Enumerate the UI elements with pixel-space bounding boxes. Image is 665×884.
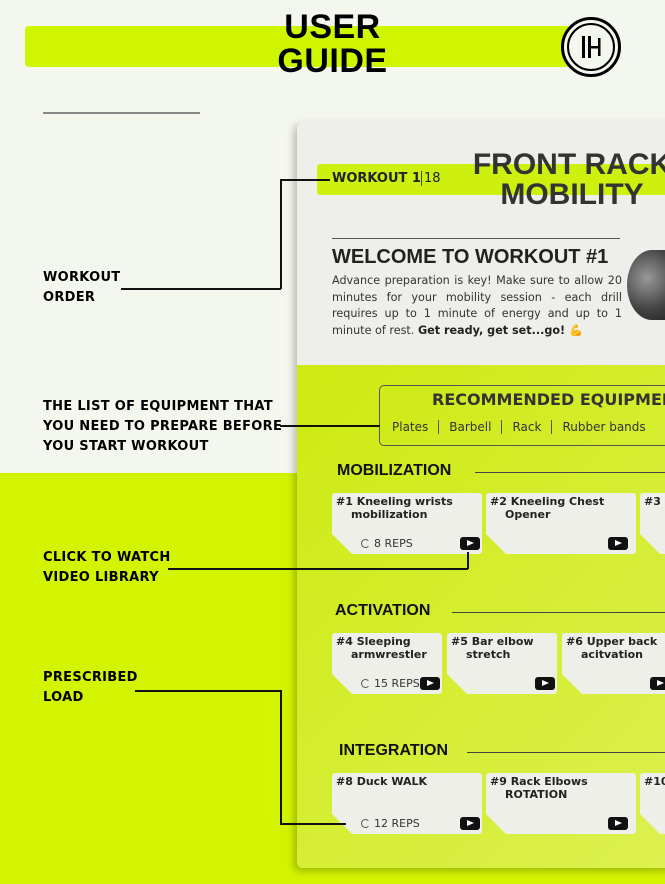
section-title: ACTIVATION bbox=[335, 602, 431, 619]
connector-line bbox=[280, 690, 282, 824]
section-divider bbox=[452, 612, 665, 613]
exercise-name: #10 bbox=[644, 775, 665, 788]
connector-line bbox=[280, 179, 282, 289]
exercise-card[interactable]: #8 Duck WALK 12 REPS bbox=[332, 773, 482, 834]
timer-icon bbox=[361, 819, 370, 828]
exercise-card[interactable]: #9 Rack Elbows ROTATION8 REPS bbox=[486, 773, 636, 834]
exercise-card[interactable]: #2 Kneeling Chest Opener12 REPS bbox=[486, 493, 636, 554]
connector-line bbox=[280, 179, 330, 181]
section-divider bbox=[475, 472, 665, 473]
connector-line bbox=[467, 552, 469, 569]
workout-card: WORKOUT 1 18 FRONT RACK MOBILITY WELCOME T… bbox=[297, 122, 665, 868]
exercise-name: #1 Kneeling wrists mobilization bbox=[336, 495, 453, 521]
divider bbox=[43, 112, 200, 114]
equipment-box: RECOMMENDED EQUIPMENT Plates Barbell Rac… bbox=[379, 385, 665, 446]
section-divider bbox=[467, 752, 665, 753]
timer-icon bbox=[361, 539, 370, 548]
page-title: USER GUIDE bbox=[277, 8, 388, 80]
timer-icon bbox=[361, 679, 370, 688]
equipment-title: RECOMMENDED EQUIPMENT bbox=[432, 390, 665, 409]
play-video-icon[interactable] bbox=[460, 817, 480, 830]
intro-text: Advance preparation is key! Make sure to… bbox=[332, 274, 622, 337]
play-video-icon[interactable] bbox=[420, 677, 440, 690]
exercise-card[interactable]: #1 Kneeling wrists mobilization 8 REPS bbox=[332, 493, 482, 554]
exercise-name: #5 Bar elbow stretch bbox=[451, 635, 534, 661]
play-video-icon[interactable] bbox=[535, 677, 555, 690]
connector-line bbox=[280, 823, 346, 825]
exercise-card[interactable]: #5 Bar elbow stretch8 REPS bbox=[447, 633, 557, 694]
connector-line bbox=[121, 288, 281, 290]
play-video-icon[interactable] bbox=[608, 537, 628, 550]
divider bbox=[332, 238, 620, 239]
annotation-workout-order: WORKOUT ORDER bbox=[43, 270, 121, 305]
reps-label: 15 REPS bbox=[361, 677, 420, 690]
play-video-icon[interactable] bbox=[650, 677, 665, 690]
annotation-equipment: THE LIST OF EQUIPMENT THAT YOU NEED TO PR… bbox=[43, 399, 283, 454]
welcome-heading: WELCOME TO WORKOUT #1 bbox=[332, 246, 609, 268]
connector-line bbox=[280, 425, 380, 427]
exercise-name: #8 Duck WALK bbox=[336, 775, 428, 788]
exercise-name: #4 Sleeping armwrestler bbox=[336, 635, 427, 661]
annotation-load: PRESCRIBED LOAD bbox=[43, 670, 138, 705]
reps-label: 12 REPS bbox=[361, 817, 420, 830]
section-title: INTEGRATION bbox=[339, 742, 449, 759]
equipment-item: Plates bbox=[392, 420, 440, 434]
connector-line bbox=[135, 690, 281, 692]
reps-label: 8 REPS bbox=[361, 537, 413, 550]
exercise-card[interactable]: #6 Upper back acitvation15 REPS bbox=[562, 633, 665, 694]
equipment-item: Rubber bands bbox=[562, 420, 646, 434]
equipment-item: Rack bbox=[502, 420, 553, 434]
card-title: FRONT RACK MOBILITY bbox=[472, 148, 665, 211]
athlete-photo bbox=[627, 250, 665, 320]
exercise-name: #2 Kneeling Chest Opener bbox=[490, 495, 605, 521]
workout-order: WORKOUT 1 18 bbox=[332, 171, 441, 186]
exercise-name: #9 Rack Elbows ROTATION bbox=[490, 775, 588, 801]
play-video-icon[interactable] bbox=[460, 537, 480, 550]
exercise-card[interactable]: #4 Sleeping armwrestler 15 REPS bbox=[332, 633, 442, 694]
connector-line bbox=[168, 568, 468, 570]
exercise-name: #6 Upper back acitvation bbox=[566, 635, 658, 661]
play-video-icon[interactable] bbox=[608, 817, 628, 830]
equipment-item: Barbell bbox=[439, 420, 503, 434]
section-title: MOBILIZATION bbox=[337, 462, 452, 479]
logo-icon bbox=[561, 17, 621, 77]
exercise-name: #3 K bbox=[644, 495, 661, 508]
annotation-video: CLICK TO WATCH VIDEO LIBRARY bbox=[43, 550, 171, 585]
